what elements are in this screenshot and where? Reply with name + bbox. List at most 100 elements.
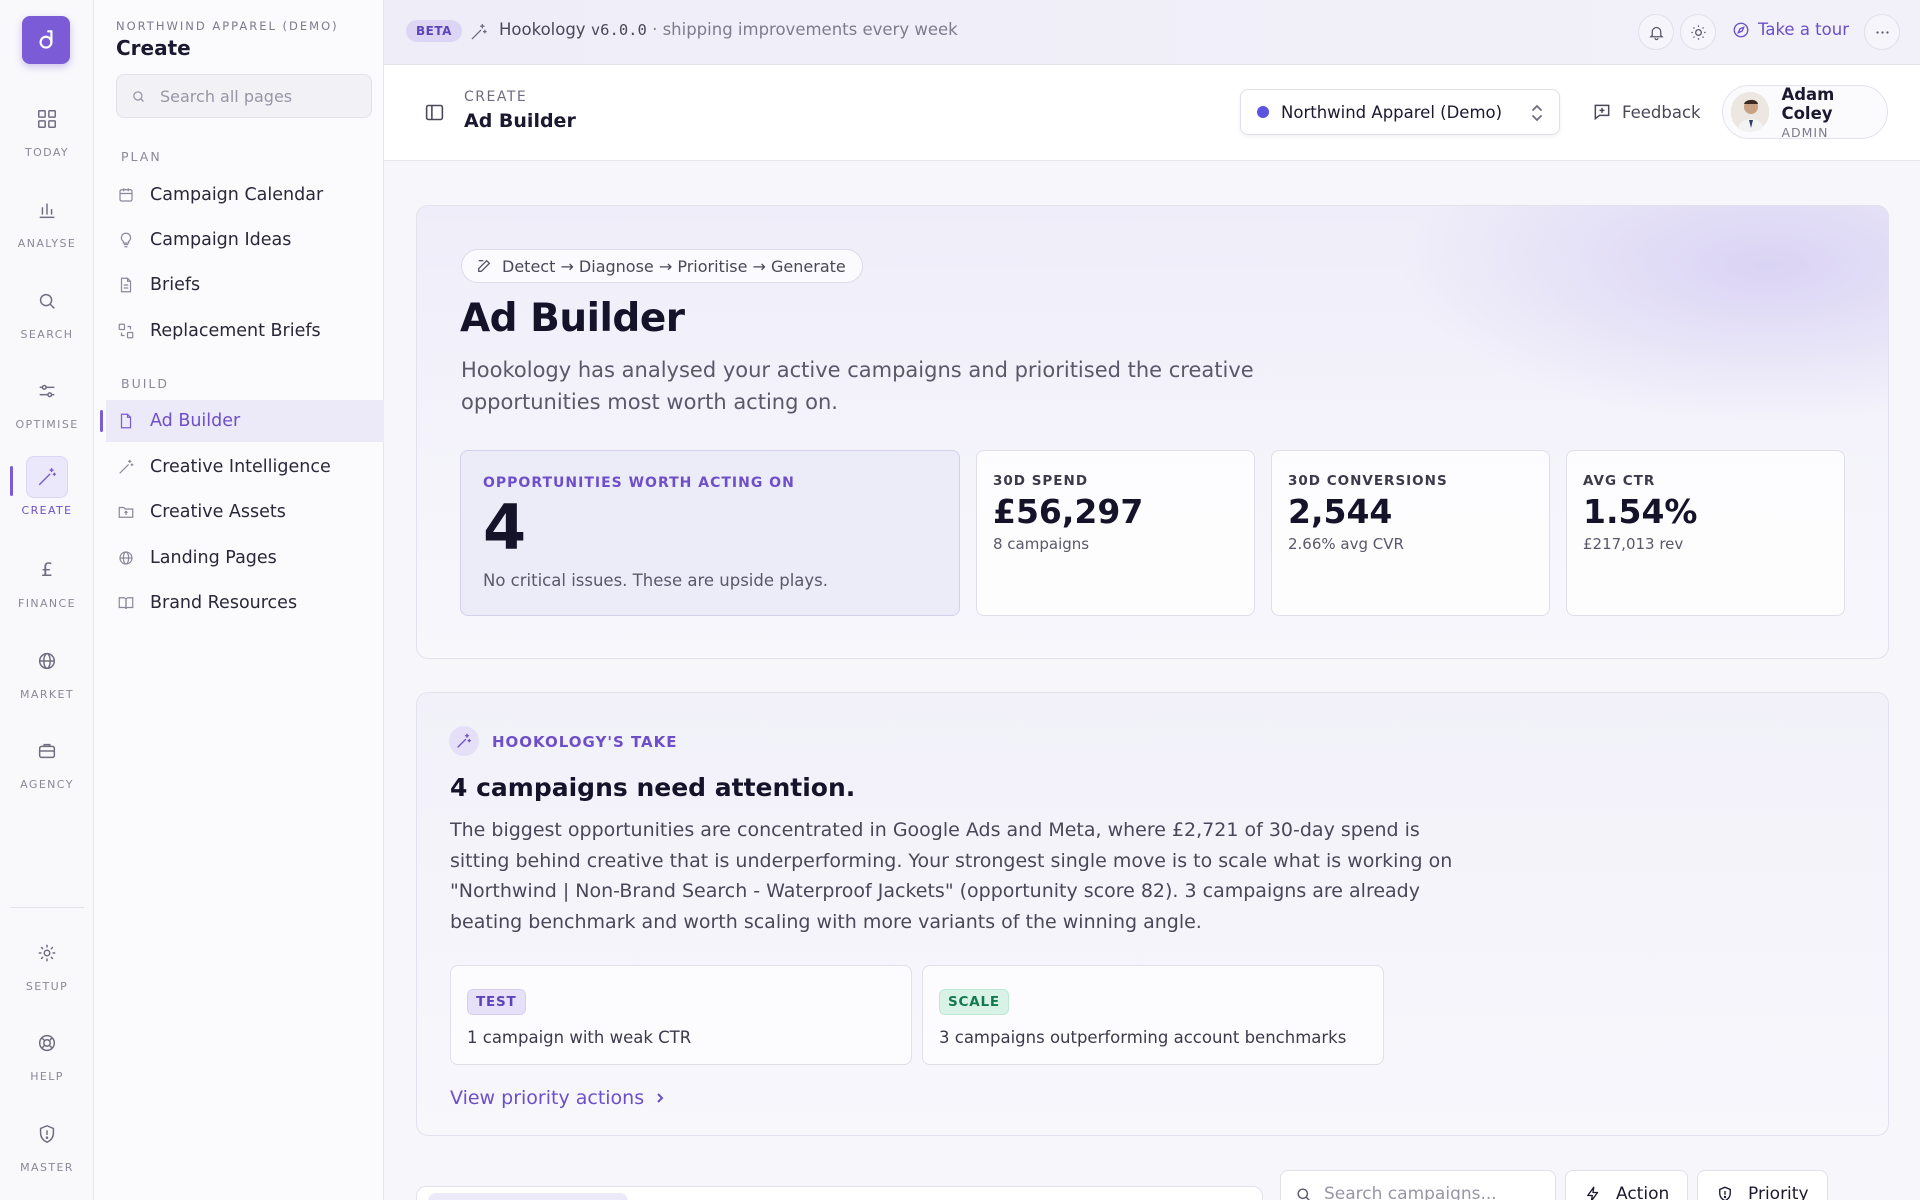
- rail-item-create[interactable]: CREATE: [0, 456, 94, 536]
- rail-item-setup[interactable]: SETUP: [0, 932, 94, 1012]
- take-a-tour-link[interactable]: Take a tour: [1732, 20, 1849, 39]
- banner-text: Hookology v6.0.0 · shipping improvements…: [499, 20, 958, 39]
- sidebar-title: Create: [116, 36, 191, 60]
- briefcase-icon: [26, 730, 68, 772]
- sparkles-icon: [449, 726, 479, 756]
- scale-tag: SCALE: [939, 989, 1009, 1015]
- sidebar-item-campaign-calendar[interactable]: Campaign Calendar: [106, 174, 384, 216]
- bell-icon: [1648, 24, 1665, 41]
- rail-item-search[interactable]: SEARCH: [0, 280, 94, 360]
- announcement-banner: BETA Hookology v6.0.0 · shipping improve…: [384, 0, 1920, 65]
- rail-item-help[interactable]: HELP: [0, 1022, 94, 1102]
- lifebuoy-icon: [26, 1022, 68, 1064]
- sidebar-item-landing-pages[interactable]: Landing Pages: [106, 537, 384, 579]
- stat-value: 2,544: [1288, 492, 1393, 531]
- sidebar-item-campaign-ideas[interactable]: Campaign Ideas: [106, 219, 384, 261]
- hero-subtitle: Hookology has analysed your active campa…: [461, 358, 1254, 414]
- section-sidebar: NORTHWIND APPAREL (DEMO) Create Search a…: [94, 0, 384, 1200]
- take-title: 4 campaigns need attention.: [450, 773, 856, 802]
- priority-filter-label: Priority: [1748, 1184, 1809, 1200]
- icon-rail: TODAY ANALYSE SEARCH OPTIMISE CREATE £ F…: [0, 0, 94, 1200]
- org-selector[interactable]: Northwind Apparel (Demo): [1240, 89, 1560, 135]
- hookology-take-card: HOOKOLOGY'S TAKE 4 campaigns need attent…: [416, 692, 1889, 1136]
- org-selector-value: Northwind Apparel (Demo): [1281, 102, 1503, 122]
- stat-label: OPPORTUNITIES WORTH ACTING ON: [483, 475, 795, 491]
- book-icon: [116, 593, 136, 613]
- view-priority-actions-link[interactable]: View priority actions: [450, 1087, 666, 1109]
- ad-builder-icon: [116, 411, 136, 431]
- message-plus-icon: [1592, 102, 1612, 122]
- sidebar-org-name: NORTHWIND APPAREL (DEMO): [116, 19, 339, 33]
- rail-label: HELP: [30, 1070, 64, 1083]
- breadcrumb-section: CREATE: [464, 89, 528, 105]
- grid-icon: [26, 98, 68, 140]
- org-status-dot: [1257, 106, 1269, 118]
- lightning-icon: [1584, 1185, 1602, 1200]
- rail-item-finance[interactable]: £ FINANCE: [0, 549, 94, 629]
- sidebar-item-briefs[interactable]: Briefs: [106, 264, 384, 306]
- magic-wand-icon: [116, 457, 136, 477]
- globe-icon: [26, 640, 68, 682]
- scale-card[interactable]: SCALE 3 campaigns outperforming account …: [922, 965, 1384, 1065]
- priority-filter-button[interactable]: Priority: [1697, 1170, 1828, 1200]
- user-name: Adam Coley: [1781, 84, 1835, 123]
- stat-label: 30D CONVERSIONS: [1288, 473, 1448, 489]
- search-placeholder: Search all pages: [160, 86, 293, 106]
- stat-subtext: £217,013 rev: [1583, 535, 1684, 553]
- campaign-tab-active[interactable]: [428, 1193, 628, 1200]
- stat-30d-spend: 30D SPEND £56,297 8 campaigns: [976, 450, 1255, 616]
- user-menu[interactable]: Adam Coley ADMIN: [1722, 84, 1888, 140]
- beta-badge: BETA: [406, 20, 462, 42]
- sidebar-item-creative-intelligence[interactable]: Creative Intelligence: [106, 446, 384, 488]
- edit-icon: [476, 258, 492, 274]
- shield-alert-icon: [1716, 1185, 1734, 1200]
- sidebar-group-plan: PLAN: [121, 149, 162, 164]
- sidebar-item-creative-assets[interactable]: Creative Assets: [106, 491, 384, 533]
- user-role: ADMIN: [1781, 124, 1829, 140]
- banner-product: Hookology: [499, 20, 586, 39]
- campaign-search-input[interactable]: Search campaigns...: [1280, 1170, 1556, 1200]
- rail-label: MARKET: [20, 688, 74, 701]
- shield-icon: [26, 1113, 68, 1155]
- stat-value: 1.54%: [1583, 492, 1698, 531]
- more-options-button[interactable]: [1864, 14, 1900, 50]
- app-logo[interactable]: [22, 16, 70, 64]
- page-header: CREATE Ad Builder Northwind Apparel (Dem…: [384, 65, 1920, 161]
- sidebar-group-build: BUILD: [121, 376, 170, 391]
- rail-label: TODAY: [24, 146, 70, 159]
- main-content: Detect → Diagnose → Prioritise → Generat…: [384, 161, 1920, 1200]
- rail-item-analyse[interactable]: ANALYSE: [0, 189, 94, 269]
- avatar: [1731, 92, 1770, 132]
- stat-label: 30D SPEND: [993, 473, 1089, 489]
- stat-30d-conversions: 30D CONVERSIONS 2,544 2.66% avg CVR: [1271, 450, 1550, 616]
- sidebar-item-label: Landing Pages: [150, 548, 277, 568]
- action-filter-button[interactable]: Action: [1565, 1170, 1689, 1200]
- globe-icon: [116, 548, 136, 568]
- take-body: The biggest opportunities are concentrat…: [450, 819, 1453, 933]
- theme-toggle-button[interactable]: [1680, 14, 1716, 50]
- rail-item-optimise[interactable]: OPTIMISE: [0, 370, 94, 450]
- sidebar-item-brand-resources[interactable]: Brand Resources: [106, 582, 384, 624]
- rail-item-today[interactable]: TODAY: [0, 98, 94, 178]
- rail-item-market[interactable]: MARKET: [0, 640, 94, 720]
- sparkles-icon: [469, 22, 489, 42]
- sidebar-item-replacement-briefs[interactable]: Replacement Briefs: [106, 310, 384, 352]
- feedback-label: Feedback: [1622, 102, 1701, 122]
- rail-item-agency[interactable]: AGENCY: [0, 730, 94, 810]
- feedback-button[interactable]: Feedback: [1592, 102, 1701, 122]
- stat-value: £56,297: [993, 492, 1144, 531]
- document-icon: [116, 275, 136, 295]
- stat-subtext: 2.66% avg CVR: [1288, 535, 1404, 553]
- page-search-input[interactable]: Search all pages: [116, 74, 372, 118]
- sidebar-item-label: Campaign Calendar: [150, 185, 324, 205]
- rail-label: SEARCH: [20, 328, 74, 341]
- chevrons-up-down-icon: [1529, 103, 1545, 123]
- action-filter-label: Action: [1616, 1184, 1670, 1200]
- sidebar-toggle-button[interactable]: [424, 102, 445, 123]
- rail-label: MASTER: [20, 1161, 74, 1174]
- sidebar-item-ad-builder[interactable]: Ad Builder: [100, 400, 384, 442]
- test-card[interactable]: TEST 1 campaign with weak CTR: [450, 965, 912, 1065]
- notifications-button[interactable]: [1638, 14, 1674, 50]
- workflow-steps: Detect → Diagnose → Prioritise → Generat…: [502, 256, 846, 276]
- rail-item-master[interactable]: MASTER: [0, 1113, 94, 1193]
